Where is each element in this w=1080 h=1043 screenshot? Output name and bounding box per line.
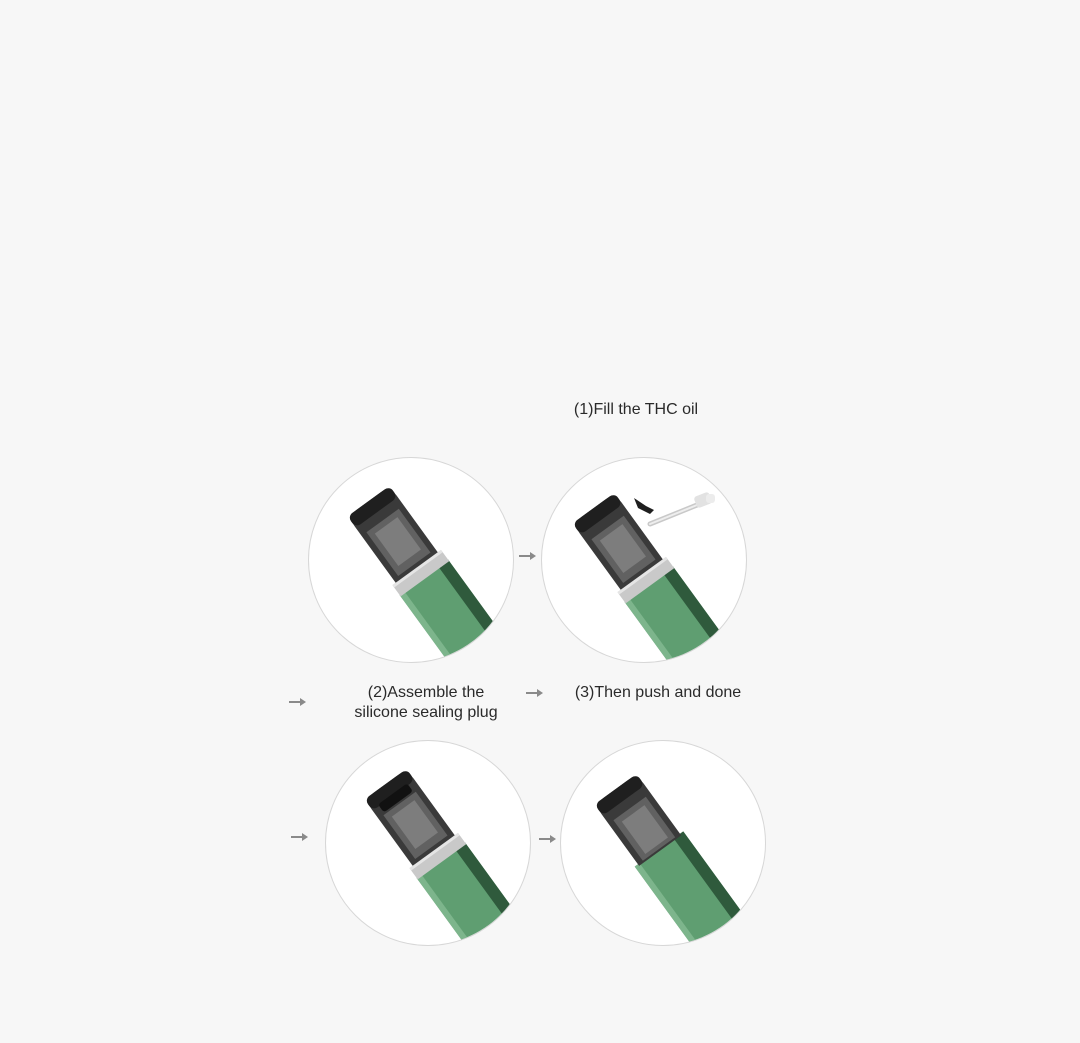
- vape-device-illustration: [596, 776, 765, 945]
- vape-device-illustration: [349, 488, 513, 662]
- step-2-label: (2)Assemble the silicone sealing plug: [344, 683, 508, 723]
- arrow-right-icon: [538, 832, 558, 846]
- dropper-icon: [647, 492, 715, 527]
- step-illustration-pod-open: [308, 457, 514, 663]
- arrow-right-icon: [290, 830, 310, 844]
- vape-device-illustration: [574, 492, 746, 662]
- step-illustration-assemble-plug: [325, 740, 531, 946]
- silicone-plug-icon: [634, 498, 654, 514]
- arrow-right-icon: [525, 686, 545, 700]
- step-3-label: (3)Then push and done: [574, 684, 742, 701]
- arrow-right-icon: [288, 695, 308, 709]
- step-1-label: (1)Fill the THC oil: [573, 401, 699, 418]
- step-2-label-line-1: (2)Assemble the: [367, 684, 485, 701]
- arrow-right-icon: [518, 549, 538, 563]
- step-illustration-done: [560, 740, 766, 946]
- step-illustration-fill-oil: [541, 457, 747, 663]
- vape-device-illustration: [366, 771, 530, 945]
- step-2-label-line-2: silicone sealing plug: [354, 704, 498, 721]
